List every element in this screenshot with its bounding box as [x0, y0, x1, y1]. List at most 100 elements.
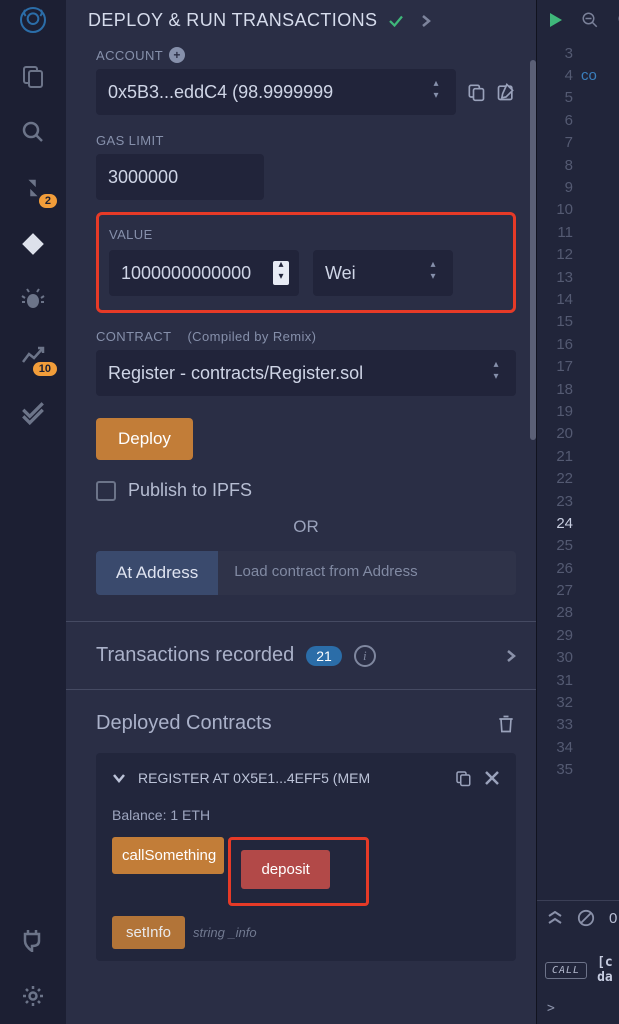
line-row: 12 — [537, 244, 619, 266]
copy-icon[interactable] — [454, 769, 472, 787]
line-row: 25 — [537, 535, 619, 557]
remix-logo-icon[interactable] — [19, 6, 47, 34]
line-row: 4co — [537, 64, 619, 86]
chevron-down-icon[interactable] — [112, 773, 126, 783]
line-gutter: 34co567891011121314151617181920212223242… — [537, 40, 619, 900]
panel-title: DEPLOY & RUN TRANSACTIONS — [88, 10, 377, 31]
divider — [66, 689, 536, 690]
line-row: 8 — [537, 154, 619, 176]
plugin-icon[interactable] — [19, 926, 47, 954]
debugger-icon[interactable] — [19, 286, 47, 314]
file-explorer-icon[interactable] — [19, 62, 47, 90]
value-label: VALUE — [109, 227, 503, 242]
edit-icon[interactable] — [496, 82, 516, 102]
line-row: 20 — [537, 423, 619, 445]
contract-select[interactable]: Register - contracts/Register.sol ▴▾ — [96, 350, 516, 396]
deployed-title: Deployed Contracts — [96, 712, 272, 735]
stepper-icon[interactable]: ▴▾ — [273, 261, 289, 285]
trash-icon[interactable] — [496, 713, 516, 735]
settings-icon[interactable] — [19, 982, 47, 1010]
account-select[interactable]: 0x5B3...eddC4 (98.9999999 ▴▾ — [96, 69, 456, 115]
check-icon — [387, 12, 405, 30]
line-row: 33 — [537, 714, 619, 736]
editor-strip: 34co567891011121314151617181920212223242… — [537, 0, 619, 1024]
at-address-button[interactable]: At Address — [96, 551, 218, 595]
collapse-icon[interactable] — [547, 911, 563, 925]
line-row: 9 — [537, 176, 619, 198]
line-row: 32 — [537, 691, 619, 713]
account-label: ACCOUNT + — [96, 47, 516, 63]
line-row: 6 — [537, 109, 619, 131]
publish-ipfs-label: Publish to IPFS — [128, 480, 252, 501]
line-row: 24 — [537, 512, 619, 534]
line-row: 27 — [537, 579, 619, 601]
scrollbar[interactable] — [530, 60, 536, 440]
fn-setinfo-button[interactable]: setInfo — [112, 916, 185, 949]
value-input[interactable]: 1000000000000 ▴▾ — [109, 250, 299, 296]
deploy-panel: DEPLOY & RUN TRANSACTIONS ACCOUNT + 0x5B… — [66, 0, 537, 1024]
gas-label: GAS LIMIT — [96, 133, 516, 148]
fn-deposit-button[interactable]: deposit — [241, 850, 329, 889]
chevron-right-icon[interactable] — [421, 14, 431, 28]
line-row: 17 — [537, 355, 619, 377]
gas-input[interactable]: 3000000 — [96, 154, 264, 200]
compiler-icon[interactable]: 2 — [19, 174, 47, 202]
instance-name: REGISTER AT 0X5E1...4EFF5 (MEM — [138, 770, 442, 786]
line-row: 15 — [537, 311, 619, 333]
info-icon[interactable]: i — [354, 645, 376, 667]
account-value: 0x5B3...eddC4 (98.9999999 — [108, 82, 333, 103]
stepper-icon[interactable]: ▴▾ — [425, 261, 441, 285]
search-icon[interactable] — [19, 118, 47, 146]
line-row: 10 — [537, 199, 619, 221]
publish-ipfs-checkbox[interactable] — [96, 481, 116, 501]
console-toolbar: 0 — [537, 900, 619, 935]
copy-icon[interactable] — [466, 82, 486, 102]
line-row: 22 — [537, 467, 619, 489]
line-row: 28 — [537, 602, 619, 624]
deploy-icon[interactable] — [19, 230, 47, 258]
close-icon[interactable] — [484, 770, 500, 786]
line-row: 13 — [537, 266, 619, 288]
stepper-icon[interactable]: ▴▾ — [428, 80, 444, 104]
zoom-out-icon[interactable] — [581, 11, 599, 29]
contract-label: CONTRACT (Compiled by Remix) — [96, 329, 516, 344]
add-account-icon[interactable]: + — [169, 47, 185, 63]
at-address-input[interactable]: Load contract from Address — [218, 551, 516, 595]
analysis-icon[interactable]: 10 — [19, 342, 47, 370]
value-unit-select[interactable]: Wei ▴▾ — [313, 250, 453, 296]
transactions-section[interactable]: Transactions recorded 21 i — [96, 622, 516, 689]
transactions-count: 21 — [306, 646, 342, 666]
line-row: 21 — [537, 445, 619, 467]
pending-count: 0 — [609, 910, 617, 927]
run-icon[interactable] — [549, 12, 563, 28]
deploy-button[interactable]: Deploy — [96, 418, 193, 460]
instance-balance: Balance: 1 ETH — [112, 807, 500, 823]
panel-header: DEPLOY & RUN TRANSACTIONS — [66, 0, 536, 39]
line-row: 35 — [537, 759, 619, 781]
line-row: 23 — [537, 490, 619, 512]
console-output: CALL [c da — [537, 935, 619, 993]
line-row: 11 — [537, 221, 619, 243]
contract-instance: REGISTER AT 0X5E1...4EFF5 (MEM Balance: … — [96, 753, 516, 961]
line-row: 26 — [537, 557, 619, 579]
value-highlight-box: VALUE 1000000000000 ▴▾ Wei ▴▾ — [96, 212, 516, 313]
icon-rail: 2 10 — [0, 0, 66, 1024]
line-row: 29 — [537, 624, 619, 646]
line-row: 14 — [537, 288, 619, 310]
compiler-badge: 2 — [39, 194, 57, 208]
stepper-icon[interactable]: ▴▾ — [488, 361, 504, 385]
line-row: 7 — [537, 132, 619, 154]
line-row: 5 — [537, 87, 619, 109]
or-divider: OR — [96, 517, 516, 537]
fn-callsomething-button[interactable]: callSomething — [112, 837, 224, 874]
line-row: 3 — [537, 42, 619, 64]
fn-setinfo-arg: string _info — [193, 925, 257, 940]
line-row: 16 — [537, 333, 619, 355]
check-icon[interactable] — [19, 398, 47, 426]
deposit-highlight-box: deposit — [228, 837, 368, 906]
chevron-right-icon[interactable] — [506, 649, 516, 663]
transactions-title: Transactions recorded — [96, 644, 294, 667]
ban-icon[interactable] — [577, 909, 595, 927]
line-row: 19 — [537, 400, 619, 422]
console-prompt[interactable]: > — [537, 993, 619, 1024]
